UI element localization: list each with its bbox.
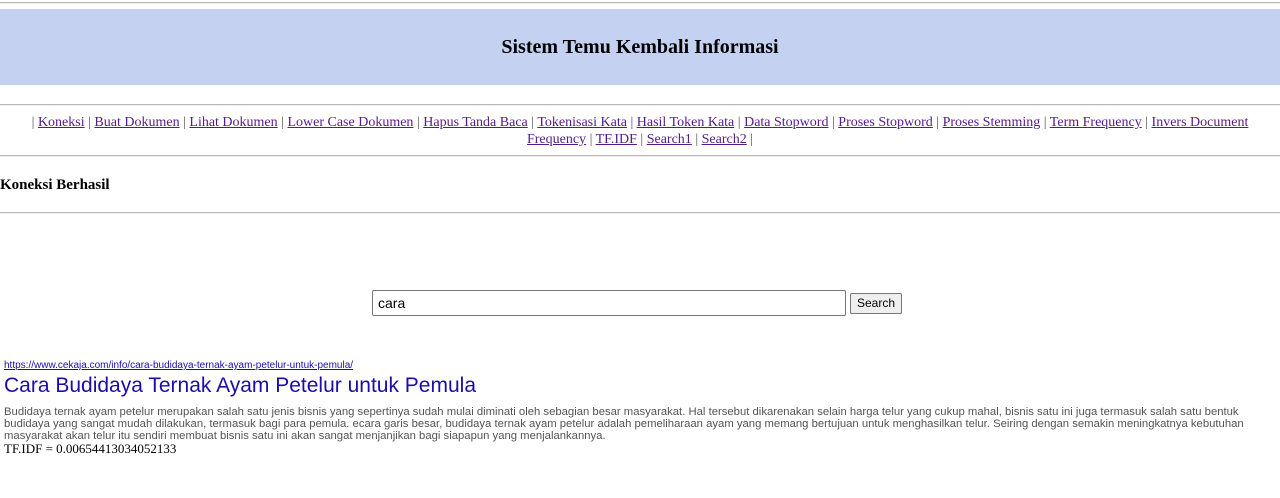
search-form: Search bbox=[372, 290, 903, 316]
result-tfidf-score: TF.IDF = 0.00654413034052133 bbox=[4, 441, 177, 456]
nav-link-proses-stemming[interactable]: Proses Stemming bbox=[943, 115, 1041, 130]
nav-link-hasil-token-kata[interactable]: Hasil Token Kata bbox=[637, 115, 735, 130]
nav-link-lower-case-dokumen[interactable]: Lower Case Dokumen bbox=[287, 115, 413, 130]
nav-separator: | bbox=[746, 132, 754, 147]
nav-separator: | bbox=[179, 115, 190, 130]
nav-top-divider bbox=[0, 104, 1280, 106]
nav-bottom-divider bbox=[0, 155, 1280, 157]
search-button[interactable]: Search bbox=[850, 292, 903, 314]
nav-separator: | bbox=[734, 115, 745, 130]
nav-separator: | bbox=[626, 115, 637, 130]
nav-separator: | bbox=[828, 115, 839, 130]
nav-link-proses-stopword[interactable]: Proses Stopword bbox=[838, 115, 933, 130]
nav-link-data-stopword[interactable]: Data Stopword bbox=[744, 115, 828, 130]
page-title: Sistem Temu Kembali Informasi bbox=[501, 35, 779, 58]
nav-link-lihat-dokumen[interactable]: Lihat Dokumen bbox=[189, 115, 277, 130]
nav-separator: | bbox=[277, 115, 288, 130]
nav-separator: | bbox=[586, 132, 596, 147]
nav-link-tf-idf[interactable]: TF.IDF bbox=[596, 132, 637, 147]
nav-separator: | bbox=[527, 115, 538, 130]
nav-link-buat-dokumen[interactable]: Buat Dokumen bbox=[94, 115, 179, 130]
nav-link-search1[interactable]: Search1 bbox=[647, 132, 692, 147]
result-url-link[interactable]: https://www.cekaja.com/info/cara-budiday… bbox=[4, 360, 1272, 372]
search-input[interactable] bbox=[372, 290, 846, 316]
search-result: https://www.cekaja.com/info/cara-budiday… bbox=[4, 360, 1272, 456]
nav-link-koneksi[interactable]: Koneksi bbox=[38, 115, 85, 130]
nav-separator: | bbox=[636, 132, 647, 147]
nav-link-hapus-tanda-baca[interactable]: Hapus Tanda Baca bbox=[423, 115, 528, 130]
nav-links: | Koneksi | Buat Dokumen | Lihat Dokumen… bbox=[0, 114, 1280, 148]
nav-link-term-frequency[interactable]: Term Frequency bbox=[1050, 115, 1142, 130]
header-banner: Sistem Temu Kembali Informasi bbox=[0, 9, 1280, 85]
nav-separator: | bbox=[691, 132, 702, 147]
result-snippet: Budidaya ternak ayam petelur merupakan s… bbox=[4, 406, 1244, 442]
status-divider bbox=[0, 212, 1280, 214]
result-title-link[interactable]: Cara Budidaya Ternak Ayam Petelur untuk … bbox=[4, 373, 1272, 399]
nav-separator: | bbox=[84, 115, 95, 130]
nav-separator: | bbox=[932, 115, 943, 130]
nav-link-search2[interactable]: Search2 bbox=[702, 132, 747, 147]
connection-status: Koneksi Berhasil bbox=[0, 177, 110, 193]
nav-separator: | bbox=[413, 115, 424, 130]
nav-separator: | bbox=[1040, 115, 1050, 130]
nav-separator: | bbox=[1141, 115, 1152, 130]
nav-link-tokenisasi-kata[interactable]: Tokenisasi Kata bbox=[537, 115, 627, 130]
top-divider bbox=[0, 2, 1280, 4]
main-nav: | Koneksi | Buat Dokumen | Lihat Dokumen… bbox=[0, 114, 1280, 148]
